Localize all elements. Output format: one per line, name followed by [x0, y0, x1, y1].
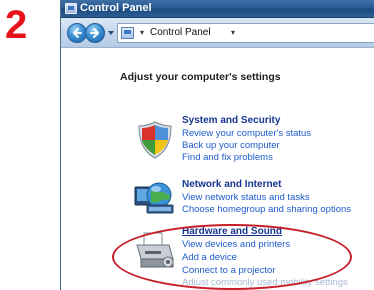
forward-button[interactable] [85, 23, 105, 43]
choose-homegroup-link[interactable]: Choose homegroup and sharing options [182, 204, 351, 215]
control-panel-window: Control Panel ▾ Control Panel ▾ Adjust y… [60, 0, 374, 290]
system-and-security-heading[interactable]: System and Security [182, 115, 280, 127]
navigation-bar: ▾ Control Panel ▾ [61, 18, 374, 48]
back-button[interactable] [67, 23, 87, 43]
review-status-link[interactable]: Review your computer's status [182, 128, 311, 139]
breadcrumb-chevron-icon[interactable]: ▾ [140, 27, 144, 39]
find-fix-problems-link[interactable]: Find and fix problems [182, 152, 273, 163]
step-number: 2 [5, 3, 28, 47]
forward-arrow-icon [90, 28, 99, 38]
back-up-link[interactable]: Back up your computer [182, 140, 280, 151]
window-title: Control Panel [80, 2, 152, 14]
back-arrow-icon [73, 28, 82, 38]
network-and-internet-heading[interactable]: Network and Internet [182, 179, 281, 191]
shield-icon[interactable] [135, 120, 175, 160]
breadcrumb-chevron-icon[interactable]: ▾ [231, 27, 235, 39]
control-panel-icon [65, 3, 77, 14]
title-bar: Control Panel [61, 0, 374, 18]
page-title: Adjust your computer's settings [120, 71, 281, 83]
address-bar[interactable]: ▾ Control Panel ▾ [117, 23, 374, 43]
control-panel-icon [121, 27, 134, 39]
view-network-status-link[interactable]: View network status and tasks [182, 192, 310, 203]
content-area: Adjust your computer's settings System a… [61, 49, 374, 290]
breadcrumb-control-panel[interactable]: Control Panel [150, 27, 211, 39]
recent-pages-chevron-icon[interactable] [107, 29, 115, 37]
network-globe-icon[interactable] [133, 179, 177, 215]
highlight-ellipse [112, 224, 352, 290]
